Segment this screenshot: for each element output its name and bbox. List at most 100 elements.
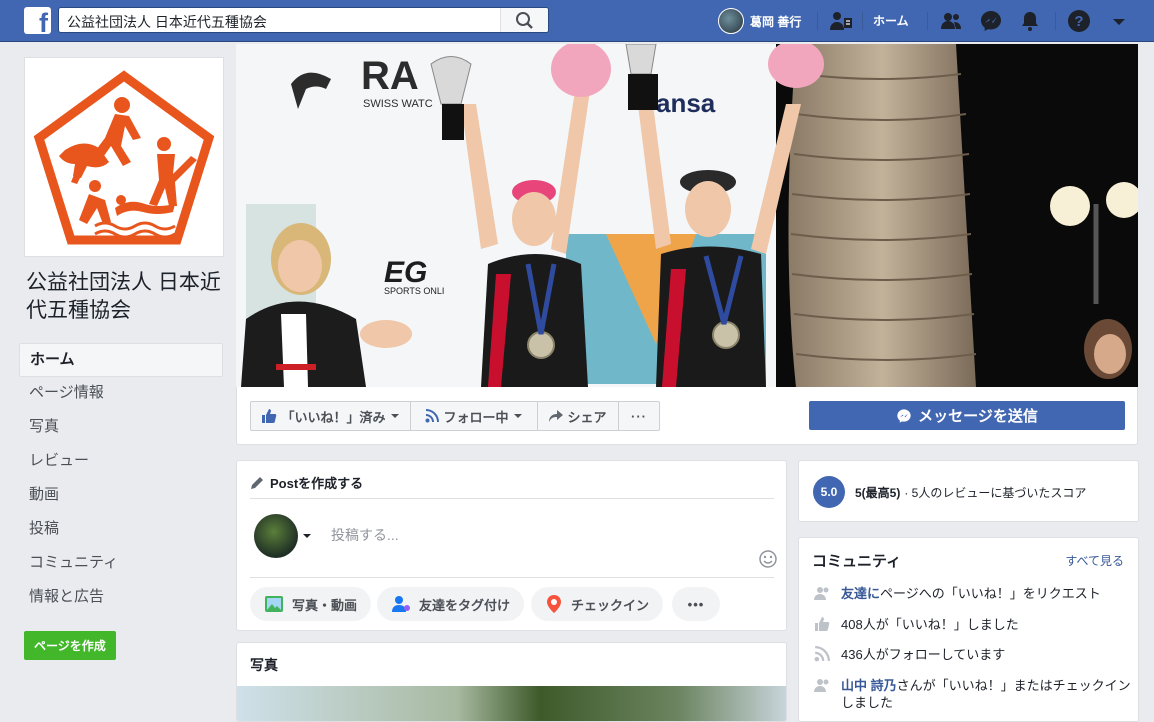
invite-text: ページへの「いいね！」をリクエスト: [880, 586, 1101, 601]
pentathlon-logo-icon: [33, 70, 215, 245]
more-options-button[interactable]: ···: [619, 401, 660, 431]
svg-text:RA: RA: [361, 54, 419, 98]
share-button[interactable]: シェア: [538, 401, 619, 431]
send-message-button[interactable]: メッセージを送信: [809, 401, 1125, 430]
facebook-logo-icon[interactable]: f: [24, 7, 51, 34]
svg-text:SPORTS ONLI: SPORTS ONLI: [384, 286, 444, 296]
cover-image: RA SWISS WATC ansa EG SPORTS ONLI: [236, 44, 1138, 387]
rating-summary[interactable]: 5.0 5(最高5) · 5人のレビューに基づいたスコア: [813, 476, 1086, 508]
divider: [1055, 12, 1056, 30]
divider: [817, 12, 818, 30]
svg-text:SWISS WATC: SWISS WATC: [363, 98, 433, 110]
post-composer: Postを作成する 投稿する... 写真・動画 友達をタグ付け チェックイン •…: [236, 460, 787, 631]
svg-text:?: ?: [1074, 13, 1083, 30]
page-action-bar: 「いいね！」済み フォロー中 シェア ··· メッセージを送信: [236, 387, 1138, 445]
page-profile-picture[interactable]: [24, 57, 224, 257]
photo-video-label: 写真・動画: [292, 597, 358, 613]
search-button[interactable]: [500, 8, 548, 32]
caret-down-icon: [390, 414, 399, 418]
avatar: [718, 8, 744, 34]
bell-icon[interactable]: [1018, 9, 1042, 33]
community-title[interactable]: コミュニティ: [812, 550, 901, 571]
divider: [927, 12, 928, 30]
search-icon: [516, 12, 533, 29]
friend-name-link[interactable]: 山中 詩乃: [841, 678, 897, 693]
divider: [250, 498, 774, 499]
sidebar-item-videos[interactable]: 動画: [19, 479, 224, 513]
profile-link[interactable]: 葛岡 善行: [718, 7, 801, 35]
send-message-label: メッセージを送信: [918, 408, 1038, 425]
location-pin-icon: [547, 595, 561, 613]
photos-section: 写真: [236, 642, 787, 722]
see-all-link[interactable]: すべて見る: [1065, 552, 1124, 569]
photo-icon: [265, 596, 283, 612]
thumbs-up-icon: [815, 617, 830, 631]
community-card: コミュニティ すべて見る 友達にページへの「いいね！」をリクエスト 408人が「…: [798, 537, 1139, 722]
community-row-invite: 友達にページへの「いいね！」をリクエスト: [813, 585, 1133, 602]
photo-video-button[interactable]: 写真・動画: [250, 587, 372, 621]
left-sidebar: 公益社団法人 日本近代五種協会 ホーム ページ情報 写真 レビュー 動画 投稿 …: [19, 57, 224, 660]
messenger-icon: [897, 408, 911, 423]
tag-friends-button[interactable]: 友達をタグ付け: [377, 587, 525, 621]
following-button-label: フォロー中: [443, 409, 509, 425]
find-friends-icon[interactable]: [829, 9, 853, 33]
page-menu: ホーム ページ情報 写真 レビュー 動画 投稿 コミュニティ 情報と広告: [19, 343, 224, 615]
sidebar-item-info-ads[interactable]: 情報と広告: [19, 581, 224, 615]
user-name: 葛岡 善行: [750, 14, 802, 29]
tag-person-icon: [392, 596, 410, 612]
messenger-icon[interactable]: [979, 9, 1003, 33]
rss-icon: [814, 646, 830, 662]
emoji-icon[interactable]: [759, 550, 777, 568]
photos-title[interactable]: 写真: [250, 655, 278, 675]
post-input[interactable]: 投稿する...: [331, 525, 399, 545]
pencil-icon: [251, 476, 263, 489]
sidebar-item-community[interactable]: コミュニティ: [19, 547, 224, 581]
photo-thumbnail[interactable]: [237, 686, 786, 721]
svg-text:ansa: ansa: [656, 88, 716, 118]
sidebar-item-posts[interactable]: 投稿: [19, 513, 224, 547]
divider: [862, 12, 863, 30]
sidebar-item-home[interactable]: ホーム: [19, 343, 223, 377]
top-navigation-bar: f 公益社団法人 日本近代五種協会 葛岡 善行 ホーム ?: [0, 0, 1154, 42]
friends-icon: [814, 679, 829, 692]
home-link[interactable]: ホーム: [873, 12, 909, 29]
caret-down-icon[interactable]: [1107, 9, 1131, 33]
thumbs-up-icon: [262, 409, 277, 423]
sidebar-item-photos[interactable]: 写真: [19, 411, 224, 445]
follows-count-text[interactable]: 436人がフォローしています: [841, 646, 1005, 663]
sidebar-item-about[interactable]: ページ情報: [19, 377, 224, 411]
create-page-button[interactable]: ページを作成: [24, 631, 116, 660]
liked-button-label: 「いいね！」済み: [281, 409, 386, 425]
search-value: 公益社団法人 日本近代五種協会: [67, 14, 267, 30]
search-input[interactable]: 公益社団法人 日本近代五種協会: [58, 7, 549, 33]
more-composer-options-button[interactable]: •••: [672, 587, 720, 621]
liked-button[interactable]: 「いいね！」済み: [250, 401, 411, 431]
cover-photo[interactable]: RA SWISS WATC ansa EG SPORTS ONLI: [236, 44, 1138, 387]
community-row-follows: 436人がフォローしています: [813, 646, 1133, 663]
rating-badge: 5.0: [813, 476, 845, 508]
share-button-label: シェア: [567, 409, 607, 425]
check-in-button[interactable]: チェックイン: [531, 587, 664, 621]
composer-title: Postを作成する: [270, 476, 364, 491]
avatar[interactable]: [254, 514, 298, 558]
divider: [250, 577, 774, 578]
composer-header[interactable]: Postを作成する: [250, 473, 363, 492]
sidebar-item-reviews[interactable]: レビュー: [19, 445, 224, 479]
community-row-likes: 408人が「いいね！」しました: [813, 616, 1133, 633]
check-in-label: チェックイン: [571, 597, 650, 613]
help-icon[interactable]: ?: [1067, 9, 1091, 33]
friends-icon[interactable]: [939, 9, 963, 33]
page-title: 公益社団法人 日本近代五種協会: [26, 271, 221, 322]
caret-down-icon[interactable]: [302, 531, 312, 541]
following-button[interactable]: フォロー中: [411, 401, 538, 431]
invite-friends-link[interactable]: 友達に: [841, 586, 880, 601]
share-arrow-icon: [549, 410, 564, 422]
reviews-card: 5.0 5(最高5) · 5人のレビューに基づいたスコア: [798, 460, 1139, 522]
tag-friends-label: 友達をタグ付け: [419, 597, 511, 613]
svg-text:EG: EG: [384, 256, 427, 289]
caret-down-icon: [513, 414, 522, 418]
community-row-friend-activity: 山中 詩乃さんが「いいね！」またはチェックインしました: [813, 677, 1133, 711]
rating-description: · 5人のレビューに基づいたスコア: [904, 485, 1087, 500]
friends-icon: [814, 587, 829, 600]
likes-count-text[interactable]: 408人が「いいね！」しました: [841, 616, 1019, 633]
